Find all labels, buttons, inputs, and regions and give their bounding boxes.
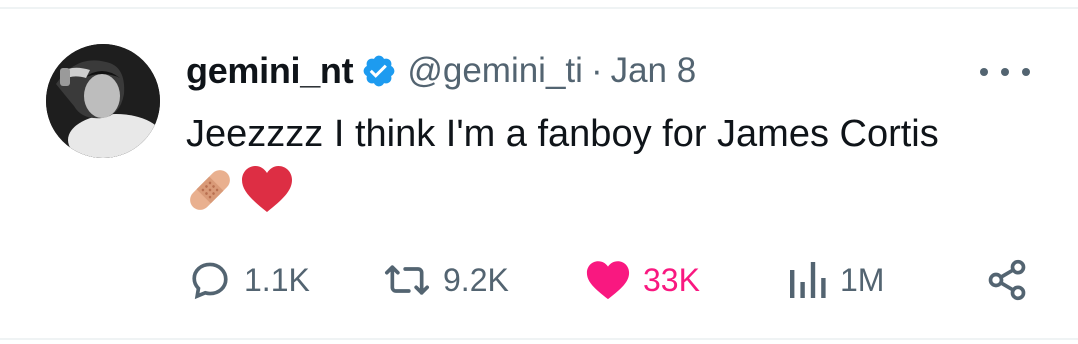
handle[interactable]: @gemini_ti — [407, 51, 583, 91]
reply-icon — [192, 262, 228, 300]
tweet-text: Jeezzzz I think I'm a fanboy for James C… — [186, 113, 939, 155]
share-button[interactable] — [985, 252, 1029, 308]
tweet-emojis — [184, 162, 294, 218]
tweet-date[interactable]: Jan 8 — [611, 51, 697, 91]
more-options-icon[interactable] — [980, 62, 1030, 82]
heart-icon — [586, 261, 630, 300]
avatar[interactable] — [46, 44, 160, 158]
retweet-button[interactable]: 9.2K — [383, 252, 509, 308]
retweet-count: 9.2K — [443, 261, 509, 298]
red-heart-emoji — [242, 166, 292, 212]
top-divider — [0, 7, 1078, 9]
reply-count: 1.1K — [244, 261, 310, 298]
verified-badge-icon[interactable] — [361, 53, 397, 89]
more-dot — [1001, 68, 1009, 76]
adhesive-bandage-emoji — [190, 170, 230, 210]
more-dot — [1022, 68, 1030, 76]
tweet-header: gemini_nt @gemini_ti · Jan 8 — [186, 46, 696, 96]
avatar-photo — [46, 44, 160, 158]
share-icon — [988, 259, 1026, 301]
view-count: 1M — [840, 261, 885, 298]
analytics-icon — [790, 262, 826, 298]
tweet-actions: 1.1K 9.2K 33K 1M — [0, 252, 1078, 308]
views-button[interactable]: 1M — [788, 252, 884, 308]
like-button[interactable]: 33K — [585, 252, 700, 308]
bottom-divider — [0, 338, 1078, 340]
display-name[interactable]: gemini_nt — [186, 50, 354, 92]
more-dot — [980, 68, 988, 76]
like-count: 33K — [643, 261, 700, 298]
separator-dot: · — [590, 51, 603, 90]
retweet-icon — [385, 265, 429, 295]
reply-button[interactable]: 1.1K — [188, 252, 310, 308]
